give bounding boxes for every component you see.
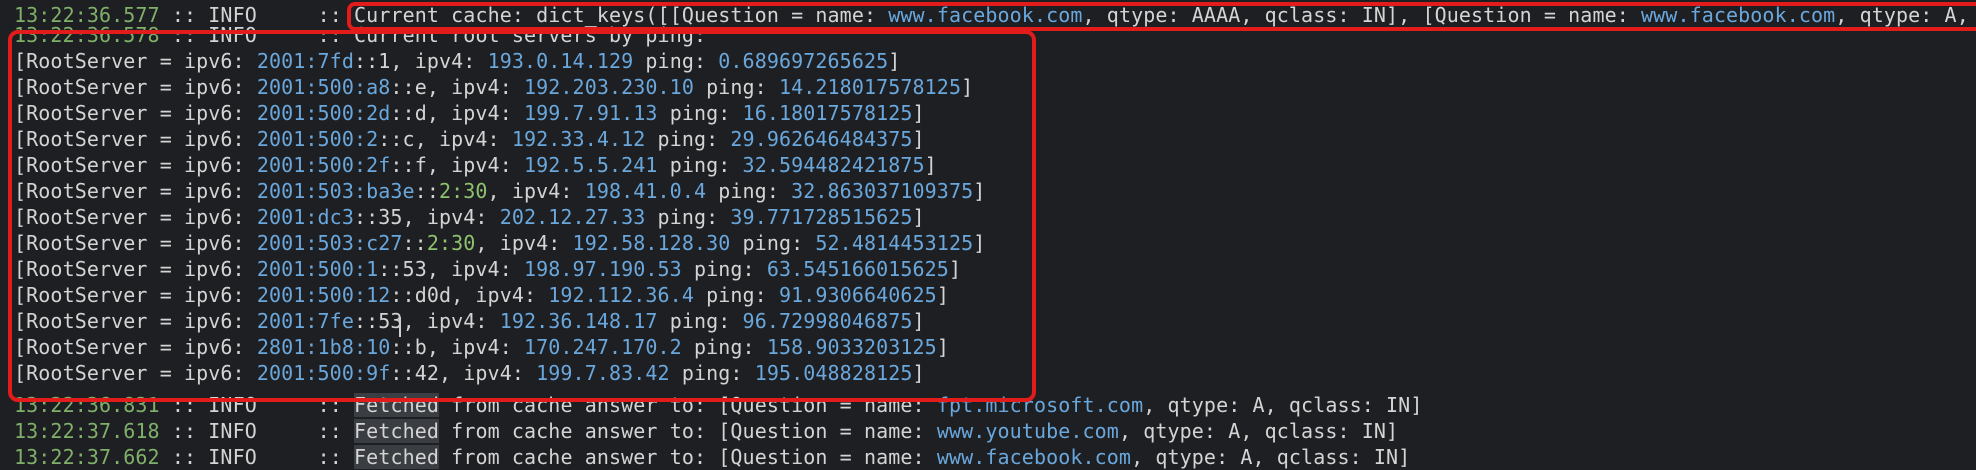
log-separator: ::	[317, 419, 342, 443]
log-message-tail: , qtype: A, qclass: IN]	[1118, 419, 1399, 443]
log-line-fetched: 13:22:37.618 :: INFO :: Fetched from cac…	[14, 419, 1399, 443]
highlight-box-cache	[347, 2, 1976, 31]
highlight-box-root-servers	[8, 30, 1036, 402]
log-message: from cache answer to: [Question = name:	[439, 419, 937, 443]
log-level: INFO	[208, 445, 257, 469]
log-message: from cache answer to: [Question = name:	[439, 445, 937, 469]
hostname: www.youtube.com	[936, 419, 1119, 443]
hostname: www.facebook.com	[936, 445, 1132, 469]
text-cursor-icon	[399, 317, 401, 337]
log-separator: ::	[317, 445, 342, 469]
log-timestamp: 13:22:37.662	[14, 445, 160, 469]
selected-text: Fetched	[354, 445, 440, 469]
log-message-tail: , qtype: A, qclass: IN]	[1131, 445, 1411, 469]
selected-text: Fetched	[354, 419, 440, 443]
log-level: INFO	[208, 419, 257, 443]
log-message-tail: , qtype: A, qclass: IN]	[1143, 393, 1423, 417]
log-timestamp: 13:22:37.618	[14, 419, 160, 443]
log-line-fetched: 13:22:37.662 :: INFO :: Fetched from cac…	[14, 445, 1411, 469]
terminal-output[interactable]: 13:22:36.577 :: INFO :: Current cache: d…	[0, 0, 1976, 469]
